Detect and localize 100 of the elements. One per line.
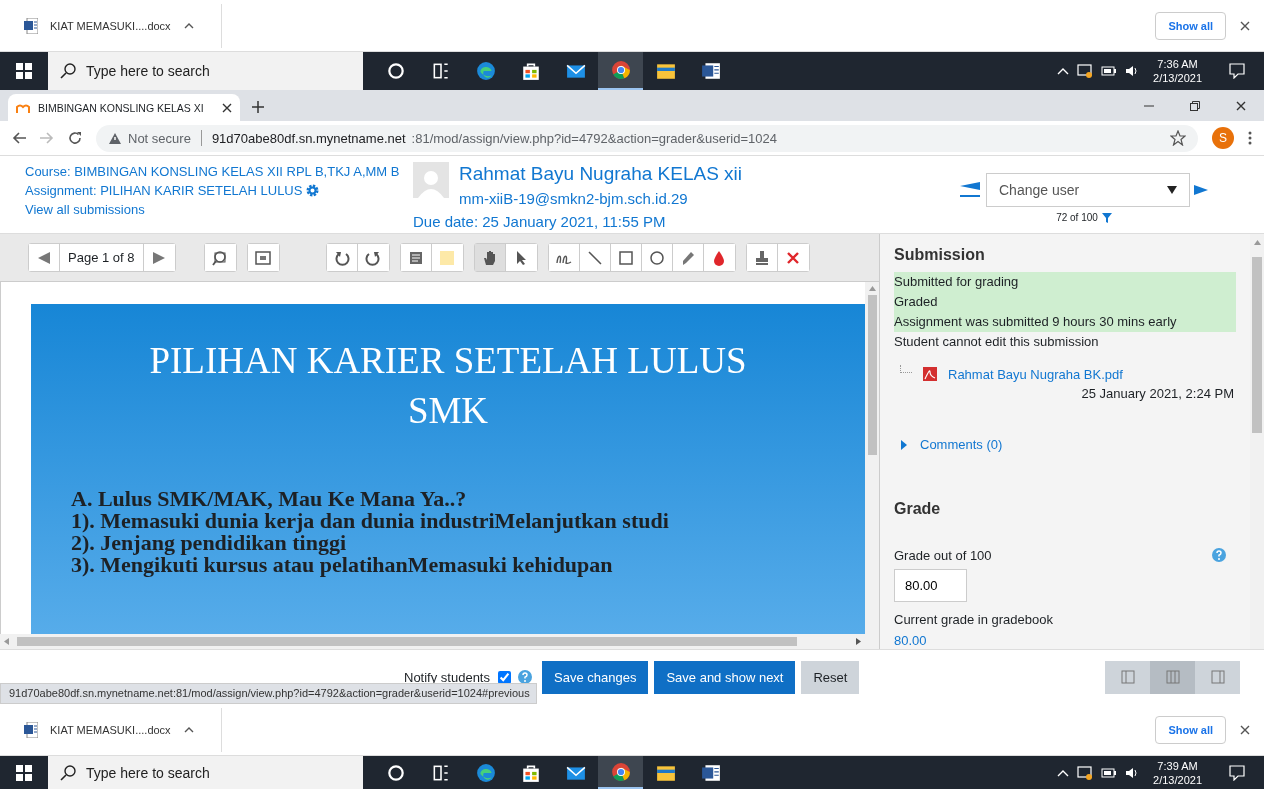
speaker-icon bbox=[1125, 766, 1140, 779]
hand-button[interactable] bbox=[474, 244, 506, 271]
user-name[interactable]: Rahmat Bayu Nugraha KELAS xii bbox=[459, 162, 964, 186]
show-all-button[interactable]: Show all bbox=[1155, 11, 1226, 40]
clock-date: 2/13/2021 bbox=[1153, 772, 1202, 787]
slide-text-line: 1). Memasuki dunia kerja dan dunia industriMelanjutkan studi bbox=[71, 510, 670, 532]
chevron-up-icon bbox=[1057, 768, 1070, 777]
show-all-button[interactable]: Show all bbox=[1155, 715, 1226, 744]
speech-bubble-icon bbox=[1229, 63, 1245, 79]
clock-date: 2/13/2021 bbox=[1153, 71, 1202, 85]
pen-button[interactable] bbox=[548, 244, 580, 271]
word-icon bbox=[700, 61, 721, 81]
url-path: :81/mod/assign/view.php?id=4792&action=grader&userid=1024 bbox=[411, 130, 777, 146]
file-date: 25 January 2021, 2:24 PM bbox=[1080, 386, 1235, 401]
back-button[interactable] bbox=[12, 132, 26, 144]
person-silhouette-icon bbox=[416, 168, 446, 198]
file-link[interactable]: Rahmat Bayu Nugraha BK.pdf bbox=[948, 366, 1123, 382]
scroll-up-icon bbox=[868, 286, 876, 291]
search-icon bbox=[212, 249, 228, 266]
rotate-left-button[interactable] bbox=[326, 244, 358, 271]
download-item[interactable]: KIAT MEMASUKI....docx bbox=[0, 3, 222, 48]
color-swatch-icon bbox=[439, 249, 455, 266]
assignment-link[interactable]: Assignment: PILIHAN KARIR SETELAH LULUS bbox=[25, 183, 303, 198]
chrome-icon bbox=[610, 761, 631, 782]
previous-page-button[interactable] bbox=[29, 244, 60, 271]
network-icon bbox=[1077, 765, 1094, 780]
restore-icon bbox=[1190, 100, 1200, 111]
scrollbar-thumb[interactable] bbox=[17, 637, 797, 646]
tab-close-button[interactable] bbox=[222, 102, 232, 113]
pdf-file-icon bbox=[922, 366, 938, 382]
line-icon bbox=[586, 249, 603, 266]
close-icon bbox=[1236, 100, 1246, 111]
action-button[interactable]: Save changes bbox=[542, 660, 649, 694]
browser-tab[interactable]: BIMBINGAN KONSLING KELAS XI bbox=[8, 94, 240, 121]
user-email: mm-xiiB-19@smkn2-bjm.sch.id.29 bbox=[459, 190, 689, 207]
search-button[interactable] bbox=[204, 244, 236, 271]
url-host: 91d70abe80df.sn.mynetname.net bbox=[211, 130, 406, 146]
search-icon bbox=[60, 63, 76, 79]
stamp-button[interactable] bbox=[746, 244, 778, 271]
help-icon bbox=[518, 670, 532, 684]
word-icon bbox=[700, 762, 721, 783]
close-icon bbox=[1240, 20, 1250, 31]
word-document-icon bbox=[24, 721, 38, 738]
profile-avatar[interactable]: S bbox=[1212, 127, 1234, 149]
arrow-left-icon bbox=[12, 132, 26, 144]
search-icon bbox=[60, 764, 76, 781]
notify-checkbox[interactable] bbox=[498, 670, 511, 684]
caret-down-icon bbox=[1167, 186, 1177, 194]
view-submissions-link[interactable]: View all submissions bbox=[25, 202, 413, 217]
warning-icon bbox=[108, 131, 122, 145]
grade-input[interactable]: 80.00 bbox=[894, 569, 967, 602]
speaker-icon bbox=[1125, 65, 1140, 77]
close-button[interactable] bbox=[1240, 724, 1250, 735]
scrollbar-thumb[interactable] bbox=[867, 295, 877, 455]
expand-button[interactable] bbox=[247, 244, 279, 271]
security-label: Not secure bbox=[128, 130, 191, 146]
change-user-select[interactable]: Change user bbox=[986, 173, 1190, 207]
caret-up-icon bbox=[184, 22, 194, 29]
status-text: Submitted for grading bbox=[894, 272, 1236, 292]
drop-icon bbox=[711, 249, 727, 266]
action-button[interactable]: Reset bbox=[801, 660, 860, 694]
rotate-right-icon bbox=[365, 249, 381, 266]
triangle-left-icon bbox=[37, 250, 51, 265]
chevron-up-icon bbox=[1057, 67, 1070, 75]
windows-logo-icon bbox=[16, 63, 32, 79]
more-menu-button[interactable] bbox=[1248, 131, 1252, 145]
search-placeholder: Type here to search bbox=[86, 63, 210, 79]
layout-toggle-button[interactable] bbox=[1195, 660, 1240, 694]
close-button[interactable] bbox=[1240, 20, 1250, 31]
star-icon bbox=[1170, 130, 1186, 146]
reload-button[interactable] bbox=[68, 131, 82, 145]
scroll-right-icon bbox=[856, 638, 861, 645]
slide-title: PILIHAN KARIER SETELAH LULUS SMK bbox=[148, 339, 748, 433]
help-icon bbox=[1212, 548, 1226, 562]
plus-icon bbox=[252, 101, 264, 113]
horizontal-scrollbar[interactable] bbox=[0, 634, 865, 649]
edge-icon bbox=[475, 762, 496, 783]
scroll-up-icon bbox=[1253, 240, 1261, 245]
download-item[interactable]: KIAT MEMASUKI....docx bbox=[0, 707, 222, 752]
course-link[interactable]: Course: BIMBINGAN KONSLING KELAS XII RPL B,TKJ A,MM B bbox=[25, 164, 413, 179]
address-bar[interactable]: Not secure 91d70abe80df.sn.mynetname.net :81/mod/assign/view.php?id=4792&action=grader&userid=1024 bbox=[96, 124, 1198, 152]
stamp-icon bbox=[753, 249, 770, 266]
search-field[interactable]: Type here to search bbox=[48, 756, 363, 789]
scroll-left-icon bbox=[4, 638, 9, 645]
search-field[interactable]: Type here to search bbox=[48, 52, 363, 90]
vertical-scrollbar[interactable] bbox=[865, 282, 879, 634]
close-icon bbox=[222, 102, 232, 113]
action-button[interactable]: Save and show next bbox=[654, 660, 796, 694]
previous-user-icon bbox=[960, 182, 982, 198]
comment-button[interactable] bbox=[400, 244, 432, 271]
layout-toggle-button[interactable] bbox=[1150, 660, 1195, 694]
scrollbar-thumb[interactable] bbox=[1252, 257, 1262, 433]
layout-toggle-button[interactable] bbox=[1105, 660, 1150, 694]
circle-icon bbox=[648, 249, 665, 266]
file-name: KIAT MEMASUKI....docx bbox=[50, 723, 172, 736]
clock-time: 7:39 AM bbox=[1157, 758, 1198, 773]
word-document-icon bbox=[24, 17, 38, 34]
minimize-icon bbox=[1144, 104, 1154, 107]
triangle-right-icon bbox=[152, 250, 166, 265]
comments-link[interactable]: Comments (0) bbox=[920, 437, 1003, 452]
